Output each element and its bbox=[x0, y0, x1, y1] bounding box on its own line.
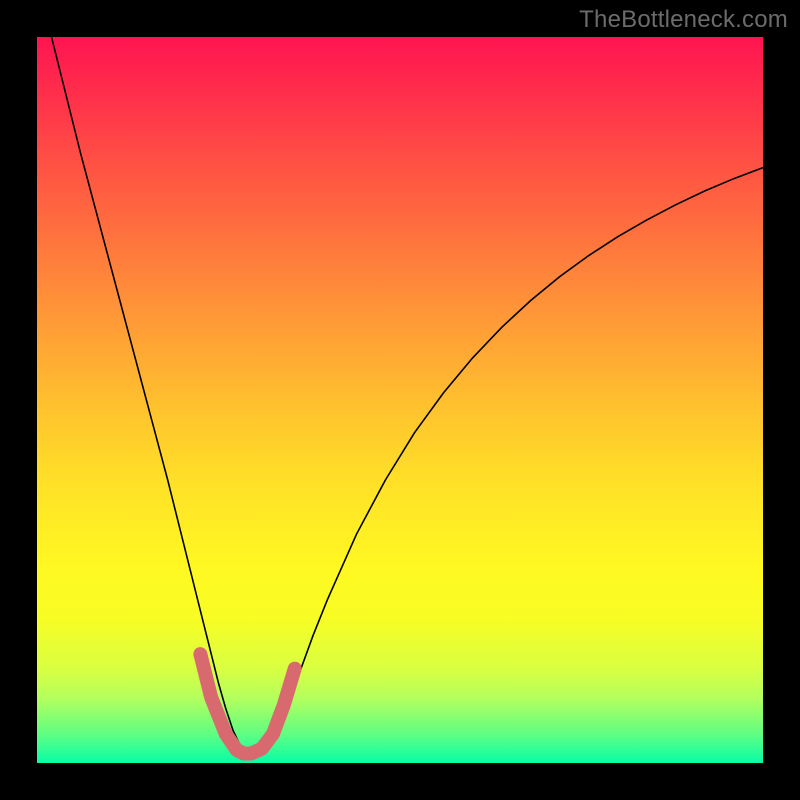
plot-area bbox=[37, 37, 763, 763]
chart-svg bbox=[37, 37, 763, 763]
watermark-text: TheBottleneck.com bbox=[579, 6, 788, 34]
chart-frame: TheBottleneck.com bbox=[0, 0, 800, 800]
series-curve bbox=[52, 37, 763, 756]
